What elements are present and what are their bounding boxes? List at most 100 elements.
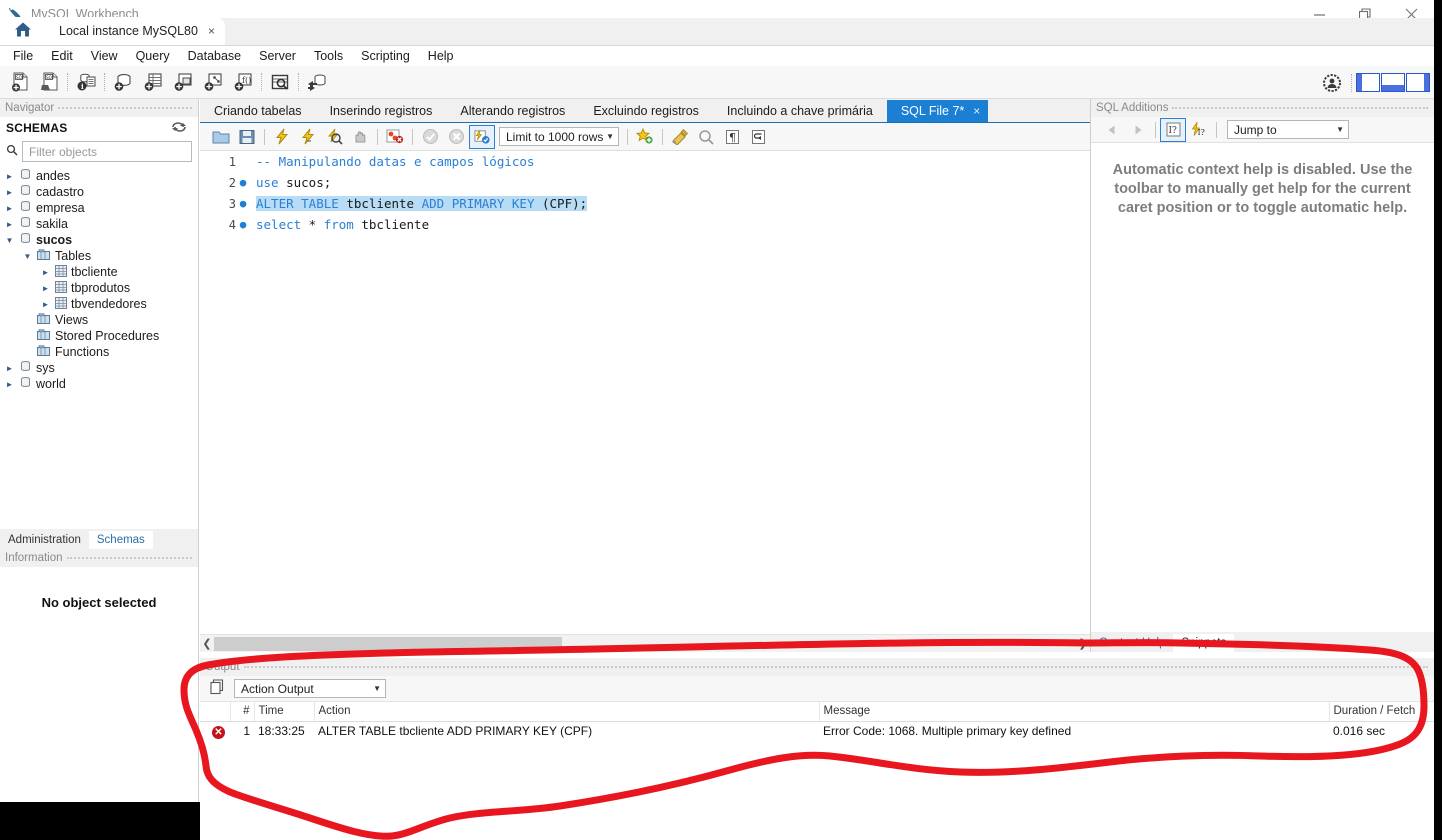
chevron-right-icon[interactable]: ► [40,300,51,309]
create-procedure-icon[interactable] [198,67,228,97]
col-action[interactable]: Action [313,702,819,722]
sidebar-item-tbprodutos[interactable]: ► tbprodutos [0,280,198,296]
autocommit-icon[interactable] [469,124,495,149]
chevron-right-icon[interactable]: ► [4,364,15,373]
create-table-icon[interactable] [138,67,168,97]
chevron-right-icon[interactable]: ► [4,172,15,181]
context-help-icon[interactable]: I? [1160,117,1186,142]
chevron-down-icon[interactable]: ▼ [22,252,33,261]
close-icon[interactable]: × [208,24,215,38]
toggle-invisible-chars-icon[interactable]: ¶ [719,125,745,149]
sidebar-item-sucos[interactable]: ▼ sucos [0,232,198,248]
search-data-icon[interactable] [265,67,295,97]
chevron-right-icon[interactable]: ► [4,380,15,389]
scroll-right-icon[interactable]: ❯ [1076,637,1090,650]
chevron-right-icon[interactable]: ► [40,268,51,277]
save-file-icon[interactable] [234,125,260,149]
toggle-sidebar-icon[interactable] [1356,73,1380,92]
toggle-stop-on-error-icon[interactable] [382,125,408,149]
sidebar-item-tbvendedores[interactable]: ► tbvendedores [0,296,198,312]
scrollbar-thumb[interactable] [214,636,562,651]
chevron-right-icon[interactable]: ► [4,220,15,229]
connection-info-icon[interactable]: i [71,67,101,97]
arrow-left-icon[interactable] [1099,118,1125,142]
menu-server[interactable]: Server [250,47,305,65]
chevron-down-icon[interactable]: ▼ [606,132,614,141]
menu-tools[interactable]: Tools [305,47,352,65]
scroll-left-icon[interactable]: ❮ [200,637,214,650]
table-row[interactable]: ✕ 1 18:33:25 ALTER TABLE tbcliente ADD P… [200,721,1434,741]
commit-icon[interactable] [417,125,443,149]
filter-objects-input[interactable]: Filter objects [22,141,192,162]
col-number[interactable]: # [229,702,254,722]
sidebar-item-world[interactable]: ► world [0,376,198,392]
col-time[interactable]: Time [253,702,314,722]
sidebar-item-sakila[interactable]: ► sakila [0,216,198,232]
output-view-icon[interactable] [210,679,226,698]
chevron-right-icon[interactable]: ► [4,188,15,197]
tab-context-help[interactable]: Context Help [1091,634,1173,652]
menu-file[interactable]: File [4,47,42,65]
new-snippet-icon[interactable] [632,125,658,149]
chevron-down-icon[interactable]: ▼ [373,684,381,693]
new-sql-tab-icon[interactable]: SQL [4,67,34,97]
sidebar-item-stored-procedures[interactable]: Stored Procedures [0,328,198,344]
find-icon[interactable] [693,125,719,149]
home-tab[interactable] [0,17,46,45]
sidebar-item-functions[interactable]: Functions [0,344,198,360]
menu-edit[interactable]: Edit [42,47,82,65]
create-schema-icon[interactable] [108,67,138,97]
sidebar-item-tables[interactable]: ▼ Tables [0,248,198,264]
chevron-right-icon[interactable]: ► [40,284,51,293]
col-duration[interactable]: Duration / Fetch [1328,702,1434,722]
open-file-icon[interactable] [208,125,234,149]
tab-incluindo-chave-primaria[interactable]: Incluindo a chave primária [713,100,887,122]
arrow-right-icon[interactable] [1125,118,1151,142]
menu-scripting[interactable]: Scripting [352,47,419,65]
tab-snippets[interactable]: Snippets [1173,634,1235,652]
sidebar-item-views[interactable]: Views [0,312,198,328]
sidebar-item-sys[interactable]: ► sys [0,360,198,376]
col-message[interactable]: Message [818,702,1329,722]
editor-horizontal-scrollbar[interactable]: ❮ ❯ [200,634,1090,652]
wrap-lines-icon[interactable] [745,125,771,149]
beautify-sql-icon[interactable] [667,125,693,149]
tab-excluindo-registros[interactable]: Excluindo registros [579,100,713,122]
row-limit-select[interactable]: Limit to 1000 rows ▼ [499,127,619,146]
rollback-icon[interactable] [443,125,469,149]
tab-alterando-registros[interactable]: Alterando registros [446,100,579,122]
chevron-down-icon[interactable]: ▼ [4,236,15,245]
menu-help[interactable]: Help [419,47,463,65]
reconnect-server-icon[interactable] [302,67,332,97]
chevron-down-icon[interactable]: ▼ [1336,125,1344,134]
sql-code-editor[interactable]: 1 -- Manipulando datas e campos lógicos … [200,151,1090,636]
connection-tab-local-instance[interactable]: Local instance MySQL80 × [45,17,225,45]
jump-to-select[interactable]: Jump to ▼ [1227,120,1349,139]
open-sql-script-icon[interactable]: SQL [34,67,64,97]
tab-administration[interactable]: Administration [0,531,89,549]
sidebar-item-andes[interactable]: ► andes [0,168,198,184]
output-view-select[interactable]: Action Output ▼ [234,679,386,698]
menu-view[interactable]: View [82,47,127,65]
toggle-output-icon[interactable] [1381,73,1405,92]
menu-query[interactable]: Query [127,47,179,65]
chevron-right-icon[interactable]: ► [4,204,15,213]
explain-icon[interactable] [321,125,347,149]
automatic-help-icon[interactable]: I? [1186,118,1212,142]
execute-icon[interactable] [269,125,295,149]
menu-database[interactable]: Database [179,47,251,65]
sidebar-item-empresa[interactable]: ► empresa [0,200,198,216]
toggle-secondary-sidebar-icon[interactable] [1406,73,1430,92]
account-icon[interactable] [1317,68,1347,98]
tab-schemas[interactable]: Schemas [88,531,153,549]
tab-sql-file-7[interactable]: SQL File 7* × [886,100,989,122]
stop-icon[interactable] [347,125,373,149]
sidebar-item-cadastro[interactable]: ► cadastro [0,184,198,200]
tab-criando-tabelas[interactable]: Criando tabelas [200,100,316,122]
create-function-icon[interactable]: f() [228,67,258,97]
create-view-icon[interactable] [168,67,198,97]
tab-inserindo-registros[interactable]: Inserindo registros [316,100,447,122]
close-icon[interactable]: × [973,104,980,118]
sidebar-item-tbcliente[interactable]: ► tbcliente [0,264,198,280]
execute-current-statement-icon[interactable] [295,125,321,149]
